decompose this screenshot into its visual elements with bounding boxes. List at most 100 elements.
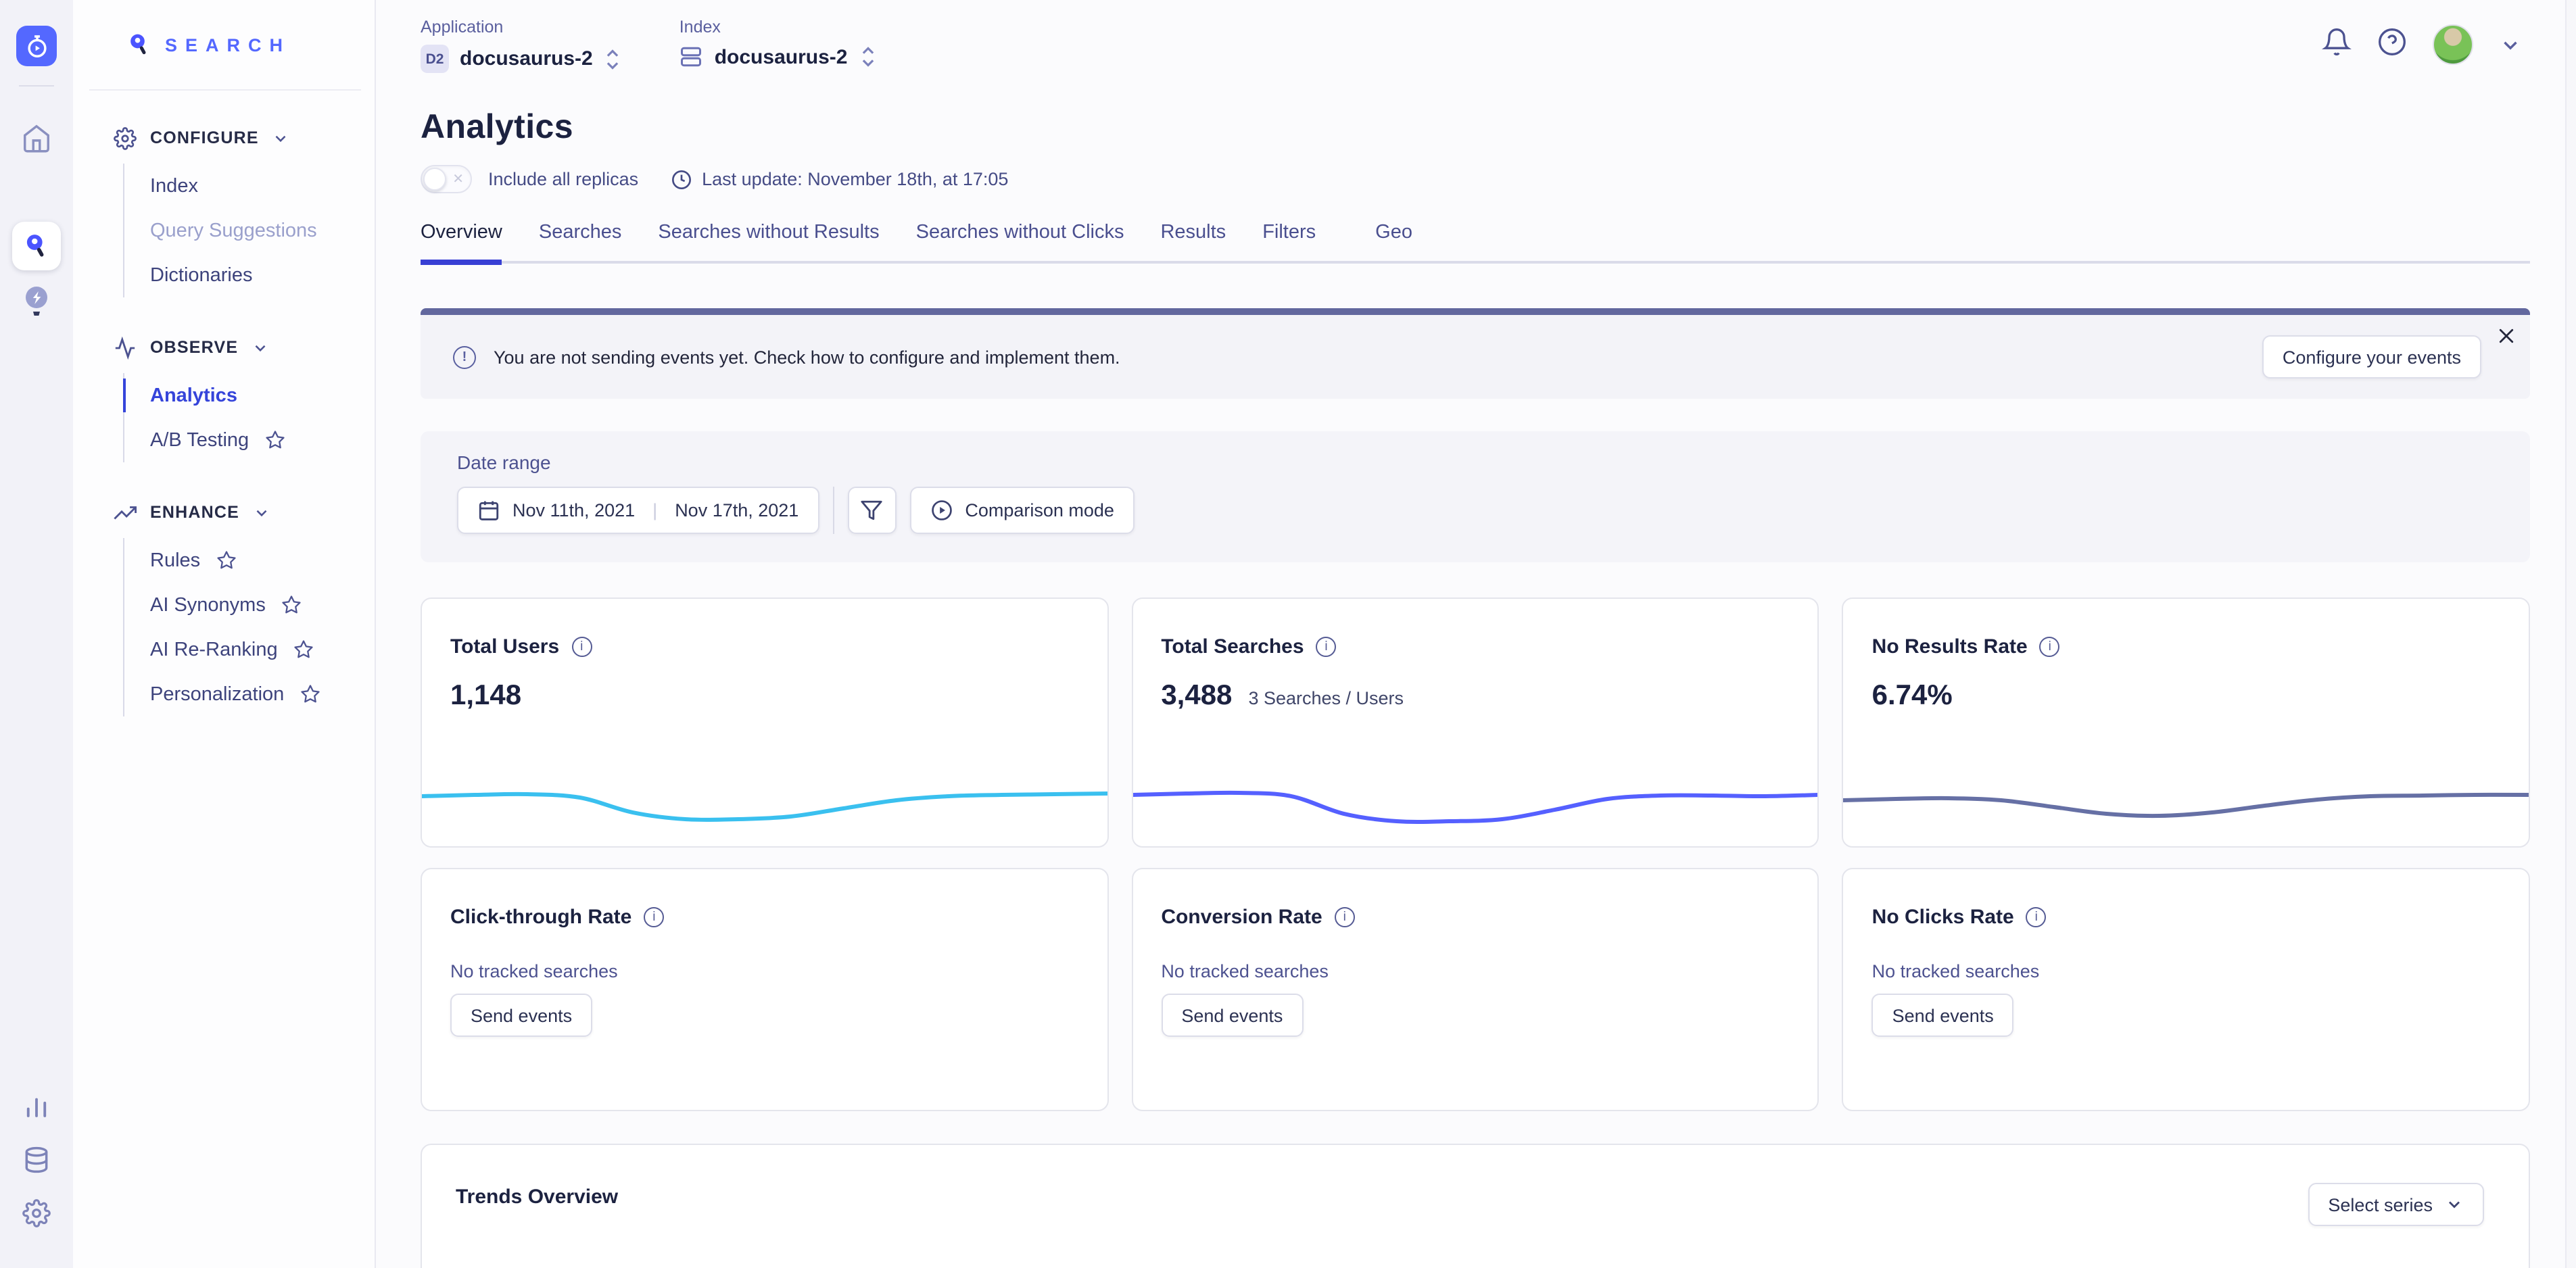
rail-divider (19, 85, 54, 87)
tab-overview[interactable]: Overview (421, 222, 502, 261)
sidebar-item-ai-synonyms[interactable]: AI Synonyms (124, 583, 375, 627)
date-start: Nov 11th, 2021 (512, 500, 635, 520)
sidebar-item-dictionaries[interactable]: Dictionaries (124, 253, 375, 297)
page-title: Analytics (421, 108, 2530, 147)
sidebar-group-configure: CONFIGURE Index Query Suggestions Dictio… (114, 120, 375, 297)
index-label: Index (679, 18, 878, 36)
product-logo[interactable]: SEARCH (89, 0, 361, 91)
info-icon[interactable]: i (1316, 637, 1337, 657)
last-update-text: Last update: November 18th, at 17:05 (702, 169, 1008, 189)
data-rail-nav[interactable] (22, 1145, 51, 1175)
sidebar-group-header-enhance[interactable]: ENHANCE (114, 495, 375, 530)
product-name: SEARCH (165, 34, 291, 55)
stopwatch-app-icon[interactable] (16, 26, 57, 66)
total-searches-sparkline (1132, 756, 1817, 837)
sidebar-item-ab-testing[interactable]: A/B Testing (124, 418, 375, 462)
alert-icon: ! (453, 345, 476, 368)
star-icon[interactable] (265, 430, 285, 450)
card-total-searches: Total Searches i 3,488 3 Searches / User… (1131, 598, 1819, 848)
sidebar-item-query-suggestions[interactable]: Query Suggestions (124, 208, 375, 253)
star-icon[interactable] (282, 595, 302, 615)
sidebar-item-personalization[interactable]: Personalization (124, 672, 375, 716)
info-icon[interactable]: i (1335, 907, 1355, 927)
analytics-rail-nav[interactable] (22, 1092, 51, 1121)
sidebar-item-rules[interactable]: Rules (124, 538, 375, 583)
sidebar: SEARCH CONFIGURE Index Query Suggestions… (73, 0, 376, 1268)
trends-overview-card: Trends Overview Select series (421, 1144, 2530, 1268)
empty-message: No tracked searches (1132, 929, 1817, 981)
select-series-label: Select series (2328, 1194, 2433, 1215)
tab-searches-without-clicks[interactable]: Searches without Clicks (916, 222, 1124, 261)
toggle-knob (423, 168, 446, 191)
sidebar-nav: CONFIGURE Index Query Suggestions Dictio… (73, 91, 375, 716)
card-no-clicks-rate: No Clicks Rate i No tracked searches Sen… (1842, 868, 2530, 1111)
metric-value: 3,488 (1161, 680, 1232, 712)
sidebar-item-analytics[interactable]: Analytics (124, 373, 375, 418)
include-replicas-label: Include all replicas (488, 169, 638, 189)
notifications-button[interactable] (2322, 26, 2352, 63)
sidebar-item-ai-re-ranking[interactable]: AI Re-Ranking (124, 627, 375, 672)
user-avatar[interactable] (2433, 24, 2473, 65)
settings-rail-nav[interactable] (22, 1199, 51, 1227)
help-button[interactable] (2377, 26, 2407, 63)
tab-results[interactable]: Results (1160, 222, 1226, 261)
context-selectors: Application D2 docusaurus-2 Index docusa… (421, 0, 2530, 73)
send-events-button[interactable]: Send events (1161, 994, 1303, 1037)
index-selector: Index docusaurus-2 (679, 18, 878, 73)
star-icon[interactable] (294, 639, 314, 660)
configure-events-button[interactable]: Configure your events (2262, 335, 2481, 379)
database-icon (22, 1145, 51, 1175)
no-results-rate-sparkline (1844, 756, 2529, 837)
metric-suffix: 3 Searches / Users (1248, 688, 1404, 708)
filter-button[interactable] (847, 487, 896, 534)
tab-filters[interactable]: Filters (1262, 222, 1316, 261)
search-logo-icon (126, 31, 153, 58)
card-title: Total Users (450, 635, 559, 658)
main-content: Application D2 docusaurus-2 Index docusa… (376, 0, 2576, 1268)
chevron-down-icon[interactable] (2499, 33, 2522, 56)
comparison-mode-label: Comparison mode (965, 500, 1114, 520)
tab-geo[interactable]: Geo (1375, 222, 1412, 261)
recommend-nav[interactable] (20, 284, 53, 319)
trend-up-icon (114, 501, 137, 524)
toggle-off-mark: ✕ (452, 172, 464, 187)
help-icon (2377, 26, 2407, 56)
last-update: Last update: November 18th, at 17:05 (671, 168, 1008, 190)
chevron-down-icon (272, 129, 290, 147)
index-name: docusaurus-2 (715, 45, 848, 68)
send-events-button[interactable]: Send events (1872, 994, 2014, 1037)
send-events-button[interactable]: Send events (450, 994, 592, 1037)
tab-searches[interactable]: Searches (539, 222, 622, 261)
select-series-button[interactable]: Select series (2308, 1183, 2484, 1226)
close-icon[interactable] (2496, 326, 2517, 346)
up-down-icon (858, 46, 877, 68)
info-icon[interactable]: i (2040, 637, 2060, 657)
search-product-nav[interactable] (12, 222, 61, 270)
sidebar-group-header-configure[interactable]: CONFIGURE (114, 120, 375, 155)
card-click-through-rate: Click-through Rate i No tracked searches… (421, 868, 1108, 1111)
scrollbar[interactable] (2565, 0, 2576, 1268)
chevron-down-icon (2445, 1195, 2464, 1214)
group-label: CONFIGURE (150, 128, 259, 147)
card-total-users: Total Users i 1,148 (421, 598, 1108, 848)
product-rail (0, 0, 73, 1268)
include-replicas-toggle[interactable]: ✕ (421, 165, 472, 193)
info-icon[interactable]: i (644, 907, 664, 927)
tab-searches-without-results[interactable]: Searches without Results (658, 222, 879, 261)
funnel-icon (860, 499, 883, 522)
date-range-button[interactable]: Nov 11th, 2021 | Nov 17th, 2021 (457, 487, 819, 534)
clock-icon (671, 168, 692, 190)
home-nav[interactable] (21, 123, 52, 154)
info-icon[interactable]: i (571, 637, 592, 657)
application-value[interactable]: D2 docusaurus-2 (421, 45, 623, 73)
star-icon[interactable] (216, 550, 237, 570)
sidebar-group-header-observe[interactable]: OBSERVE (114, 330, 375, 365)
stopwatch-icon (24, 33, 49, 59)
empty-message: No tracked searches (422, 929, 1107, 981)
info-icon[interactable]: i (2026, 907, 2047, 927)
index-value[interactable]: docusaurus-2 (679, 45, 878, 69)
comparison-mode-button[interactable]: Comparison mode (909, 487, 1135, 534)
star-icon[interactable] (300, 684, 320, 704)
sidebar-item-index[interactable]: Index (124, 164, 375, 208)
card-conversion-rate: Conversion Rate i No tracked searches Se… (1131, 868, 1819, 1111)
